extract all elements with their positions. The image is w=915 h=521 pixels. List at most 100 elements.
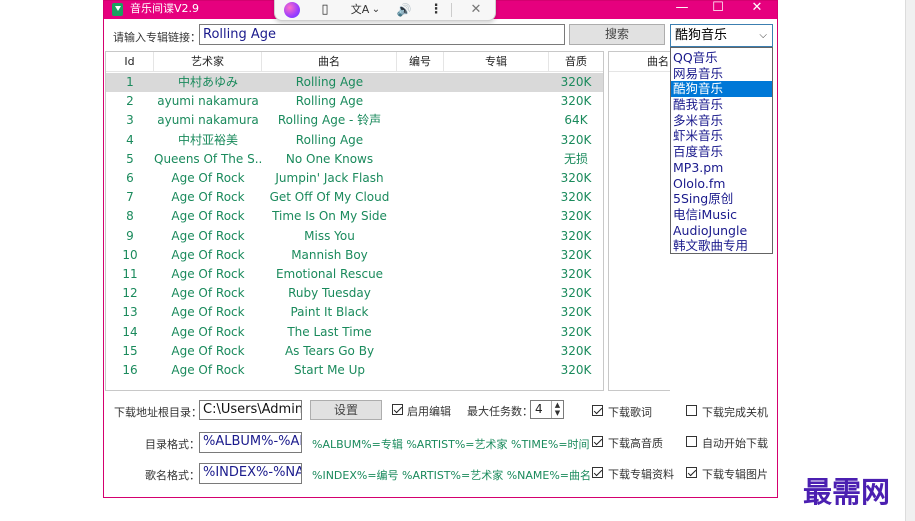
cell-number bbox=[397, 73, 444, 92]
download-hq-checkbox[interactable] bbox=[592, 436, 603, 447]
col-quality[interactable]: 音质 bbox=[549, 52, 603, 72]
stepper-arrows-icon[interactable]: ▲ ▼ bbox=[551, 401, 563, 418]
maximize-button[interactable]: ☐ bbox=[702, 1, 734, 15]
download-dir-input[interactable]: C:\Users\Adminis bbox=[199, 400, 302, 420]
cell-name: As Tears Go By bbox=[284, 343, 375, 358]
dropdown-option[interactable]: Ololo.fm bbox=[671, 176, 772, 192]
dropdown-option[interactable]: 多米音乐 bbox=[671, 113, 772, 129]
settings-button[interactable]: 设置 bbox=[310, 400, 382, 420]
source-select[interactable]: 酷狗音乐 ⌵ bbox=[670, 24, 773, 47]
table-row[interactable]: 15 Age Of Rock As Tears Go By 320K bbox=[106, 342, 603, 361]
side-table-header: 曲名 bbox=[609, 52, 670, 72]
cell-number bbox=[397, 284, 444, 303]
table-row[interactable]: 3 ayumi nakamura Rolling Age - 铃声 64K bbox=[106, 111, 603, 130]
table-row[interactable]: 8 Age Of Rock Time Is On My Side 320K bbox=[106, 207, 603, 226]
dir-format-input[interactable]: %ALBUM%-%AR bbox=[199, 432, 302, 453]
dropdown-option[interactable]: 酷狗音乐 bbox=[671, 81, 772, 98]
table-row[interactable]: 5 Queens Of The S... No One Knows 无损 bbox=[106, 150, 603, 169]
source-select-value: 酷狗音乐 bbox=[675, 28, 728, 43]
more-icon[interactable]: ⋮ bbox=[429, 1, 443, 19]
cell-name: No One Knows bbox=[285, 151, 374, 166]
cell-id: 1 bbox=[126, 75, 134, 89]
dropdown-option[interactable]: AudioJungle bbox=[671, 223, 772, 239]
chevron-down-icon: ⌵ bbox=[759, 30, 767, 41]
song-format-label: 歌名格式： bbox=[145, 469, 200, 482]
download-lyrics-label: 下载歌词 bbox=[608, 406, 652, 419]
dropdown-option[interactable]: 电信iMusic bbox=[671, 207, 772, 223]
song-format-hint: %INDEX%=编号 %ARTIST%=艺术家 %NAME%=曲名 bbox=[312, 469, 592, 482]
cell-id: 5 bbox=[126, 151, 134, 166]
cell-name: The Last Time bbox=[287, 324, 372, 339]
table-row[interactable]: 10 Age Of Rock Mannish Boy 320K bbox=[106, 246, 603, 265]
download-album-cover-checkbox[interactable] bbox=[686, 467, 697, 478]
download-hq-label: 下载高音质 bbox=[608, 437, 663, 450]
cell-artist: Age Of Rock bbox=[171, 267, 245, 281]
side-table: 曲名 bbox=[608, 51, 670, 391]
max-tasks-stepper[interactable]: 4 ▲ ▼ bbox=[530, 400, 564, 419]
cell-album bbox=[444, 150, 549, 169]
cell-id: 12 bbox=[122, 286, 138, 301]
minimize-button[interactable]: — bbox=[666, 1, 698, 15]
table-row[interactable]: 4 中村亚裕美 Rolling Age 320K bbox=[106, 131, 603, 150]
cell-id: 15 bbox=[122, 343, 138, 358]
cell-artist: Age Of Rock bbox=[171, 209, 245, 224]
dropdown-option[interactable]: 酷我音乐 bbox=[671, 97, 772, 113]
table-row[interactable]: 11 Age Of Rock Emotional Rescue 320K bbox=[106, 265, 603, 284]
cell-id: 14 bbox=[122, 324, 138, 339]
cell-name: Get Off Of My Cloud bbox=[269, 190, 390, 205]
cell-album bbox=[444, 188, 549, 207]
close-icon[interactable]: ✕ bbox=[467, 1, 485, 19]
cell-artist: Age Of Rock bbox=[171, 228, 245, 243]
col-name[interactable]: 曲名 bbox=[262, 52, 397, 72]
cell-id: 10 bbox=[122, 247, 138, 262]
table-row[interactable]: 14 Age Of Rock The Last Time 320K bbox=[106, 323, 603, 342]
cell-id: 6 bbox=[126, 171, 134, 185]
download-lyrics-checkbox[interactable] bbox=[592, 405, 603, 416]
cell-artist: Age Of Rock bbox=[171, 324, 245, 339]
cell-number bbox=[397, 131, 444, 150]
dropdown-option[interactable]: 虾米音乐 bbox=[671, 128, 772, 144]
table-row[interactable]: 16 Age Of Rock Start Me Up 320K bbox=[106, 361, 603, 380]
table-row[interactable]: 1 中村あゆみ Rolling Age 320K bbox=[106, 73, 603, 93]
table-row[interactable]: 2 ayumi nakamura Rolling Age 320K bbox=[106, 92, 603, 111]
dropdown-option[interactable]: 5Sing原创 bbox=[671, 191, 772, 207]
tablet-icon[interactable]: ▯ bbox=[315, 1, 335, 19]
dropdown-option[interactable]: 百度音乐 bbox=[671, 144, 772, 160]
cell-quality: 320K bbox=[560, 286, 592, 301]
search-button[interactable]: 搜索 bbox=[569, 24, 665, 45]
table-row[interactable]: 6 Age Of Rock Jumpin' Jack Flash 320K bbox=[106, 169, 603, 188]
table-row[interactable]: 7 Age Of Rock Get Off Of My Cloud 320K bbox=[106, 188, 603, 207]
cell-artist: 中村亚裕美 bbox=[177, 132, 238, 147]
album-link-input[interactable]: Rolling Age bbox=[199, 24, 565, 45]
enable-edit-checkbox[interactable] bbox=[392, 404, 403, 415]
auto-start-checkbox[interactable] bbox=[686, 436, 697, 447]
cell-album bbox=[444, 73, 549, 92]
cell-name: Start Me Up bbox=[293, 363, 366, 377]
download-album-info-checkbox[interactable] bbox=[592, 467, 603, 478]
cell-quality: 320K bbox=[560, 267, 592, 281]
cell-album bbox=[444, 92, 549, 111]
col-number[interactable]: 编号 bbox=[397, 52, 444, 72]
side-col-name[interactable]: 曲名 bbox=[609, 52, 670, 72]
dropdown-option[interactable]: 韩文歌曲专用 bbox=[671, 238, 772, 254]
col-artist[interactable]: 艺术家 bbox=[154, 52, 262, 72]
chevron-down-icon[interactable]: ⌄ bbox=[371, 1, 381, 19]
song-format-input[interactable]: %INDEX%-%NAM bbox=[199, 463, 302, 484]
col-id[interactable]: Id bbox=[106, 52, 154, 72]
speaker-icon[interactable]: 🔊 bbox=[393, 1, 415, 19]
close-button[interactable]: ✕ bbox=[741, 1, 773, 15]
cell-name: Ruby Tuesday bbox=[288, 286, 371, 301]
dropdown-option[interactable]: 网易音乐 bbox=[671, 66, 772, 82]
table-row[interactable]: 12 Age Of Rock Ruby Tuesday 320K bbox=[106, 284, 603, 303]
col-album[interactable]: 专辑 bbox=[444, 52, 549, 72]
dropdown-option[interactable]: QQ音乐 bbox=[671, 50, 772, 66]
cell-album bbox=[444, 169, 549, 188]
table-row[interactable]: 9 Age Of Rock Miss You 320K bbox=[106, 227, 603, 246]
brain-icon[interactable] bbox=[284, 2, 300, 18]
download-album-info-label: 下载专辑资料 bbox=[608, 468, 674, 481]
cell-quality: 320K bbox=[560, 363, 592, 377]
table-row[interactable]: 13 Age Of Rock Paint It Black 320K bbox=[106, 303, 603, 322]
shutdown-when-done-checkbox[interactable] bbox=[686, 405, 697, 416]
translate-icon[interactable]: 文A bbox=[349, 1, 371, 19]
dropdown-option[interactable]: MP3.pm bbox=[671, 160, 772, 176]
